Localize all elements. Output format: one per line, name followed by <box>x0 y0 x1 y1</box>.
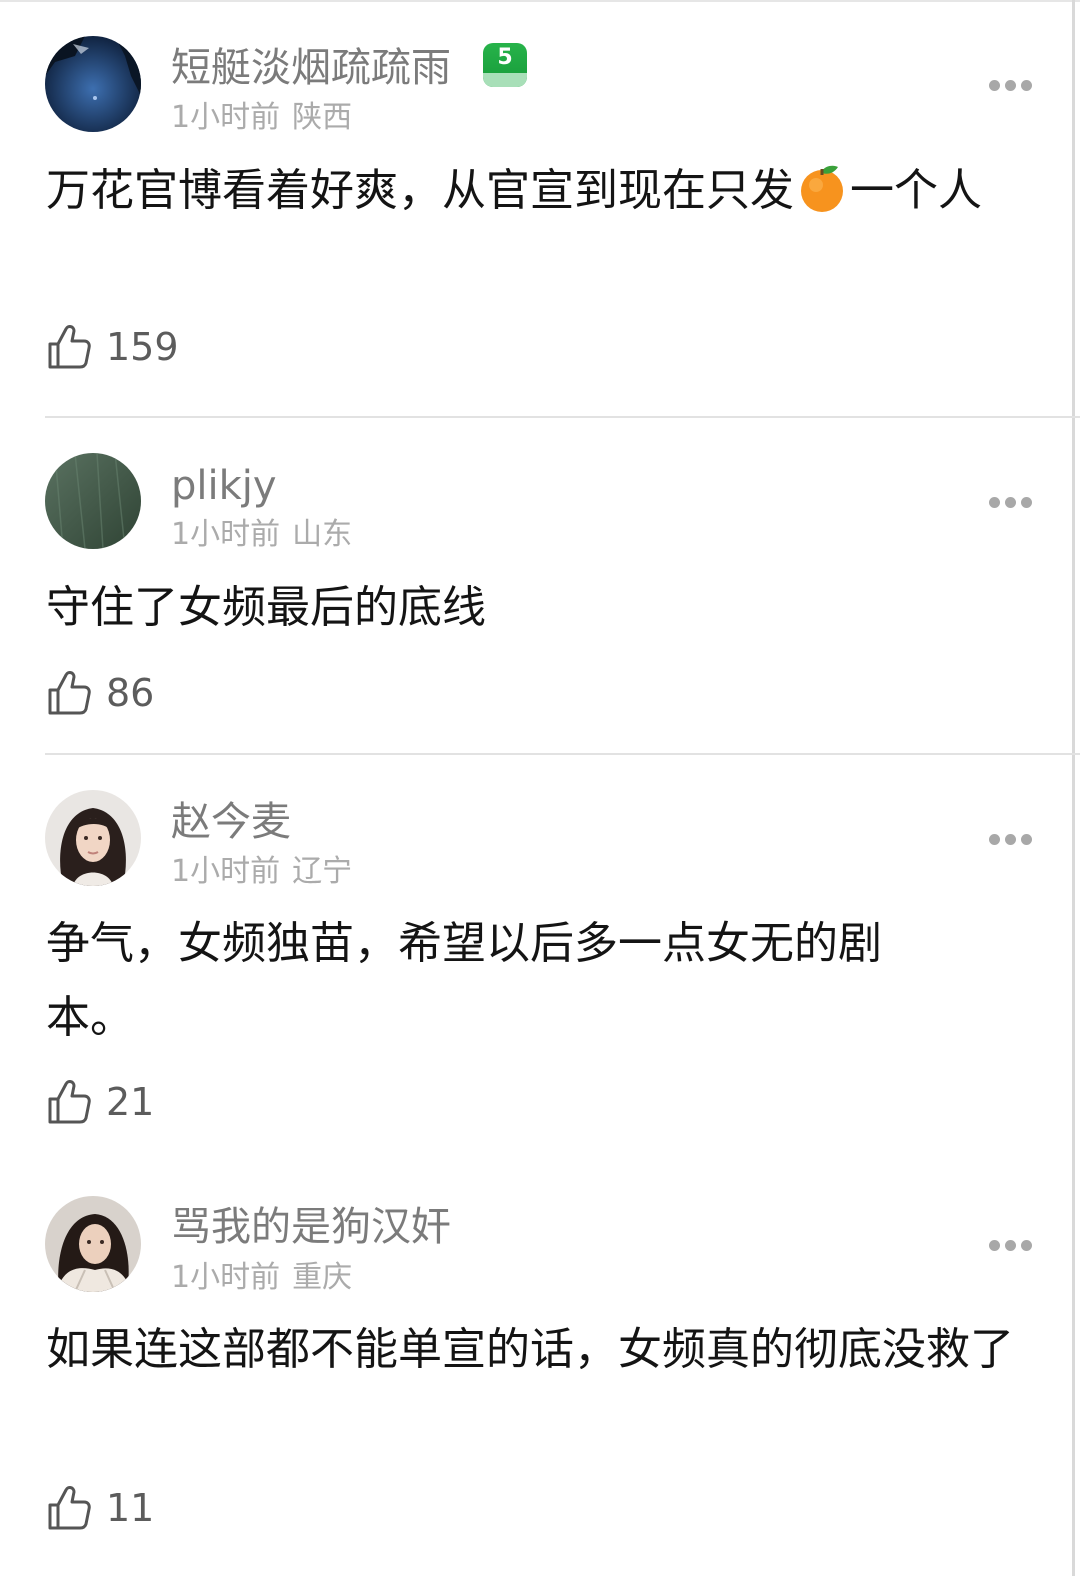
like-count: 11 <box>106 1486 155 1530</box>
comment-text: 如果连这部都不能单宣的话，女频真的彻底没救了 <box>46 1324 1014 1375</box>
more-dots-icon <box>989 1240 1000 1251</box>
comment-meta: 1小时前 重庆 <box>171 1260 352 1296</box>
comment-location: 重庆 <box>292 1260 353 1295</box>
username[interactable]: 骂我的是狗汉奸 <box>171 1203 451 1251</box>
more-options-button[interactable] <box>986 1235 1034 1255</box>
comment-time: 1小时前 <box>171 1260 281 1295</box>
thumbs-up-icon <box>48 1486 91 1530</box>
comment-item: 骂我的是狗汉奸 1小时前 重庆 如果连这部都不能单宣的话，女频真的彻底没救了 11 <box>0 0 1080 1576</box>
user-level-number: 5 <box>497 45 513 70</box>
avatar[interactable] <box>45 1196 141 1292</box>
